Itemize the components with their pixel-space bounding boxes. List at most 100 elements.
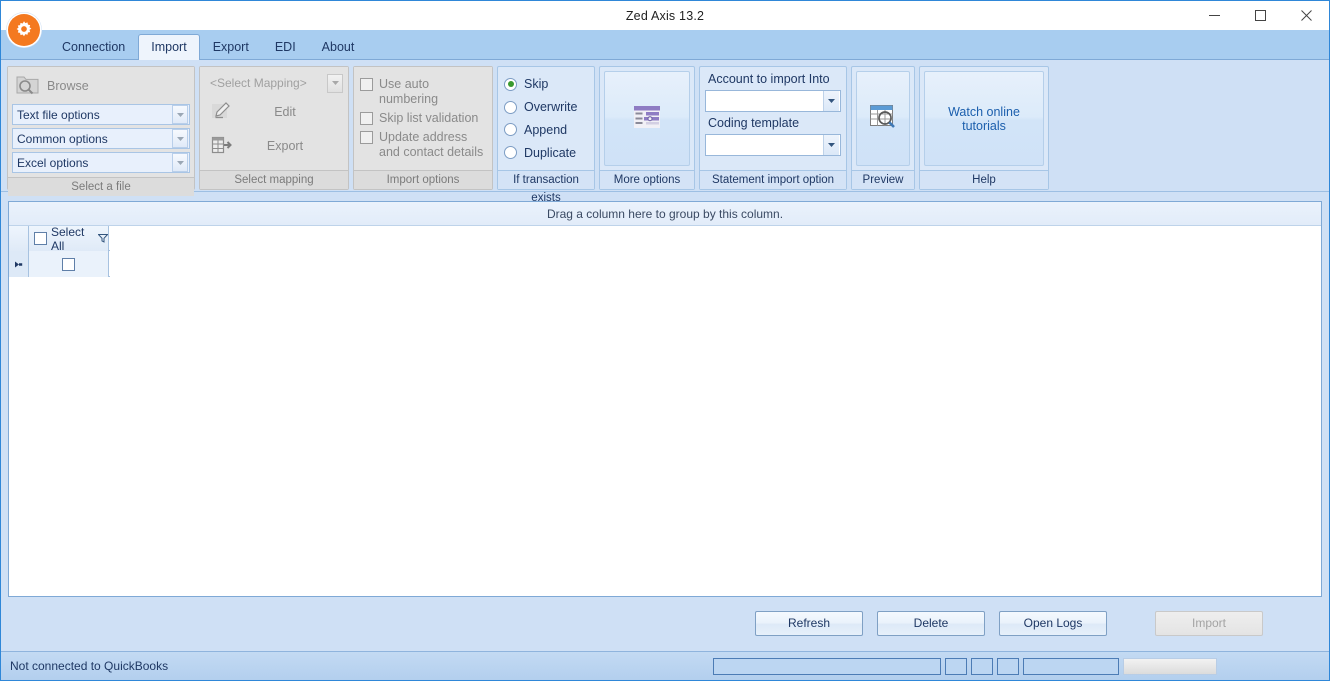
ribbon-group-label-if-transaction-exists: If transaction exists (498, 170, 594, 204)
coding-template-dropdown[interactable] (705, 134, 841, 156)
refresh-button[interactable]: Refresh (755, 610, 863, 636)
status-cell (1023, 657, 1119, 675)
app-window: Zed Axis 13.2 Connection Import Export E… (0, 0, 1330, 681)
ribbon-group-help: Watch online tutorials Help (919, 66, 1049, 190)
ribbon-group-if-transaction-exists: Skip Overwrite Append Duplicate If trans… (497, 66, 595, 204)
radio-unselected-icon (504, 123, 517, 137)
chevron-down-icon (172, 153, 188, 172)
chevron-down-icon (823, 91, 839, 111)
select-mapping-value: <Select Mapping> (210, 76, 307, 90)
checkbox-skip-list-validation[interactable]: Skip list validation (360, 111, 486, 126)
export-mapping-button[interactable]: Export (204, 129, 344, 163)
tab-import[interactable]: Import (138, 34, 200, 60)
chevron-down-icon (823, 135, 839, 155)
tab-export[interactable]: Export (200, 34, 262, 60)
grid-column-header-select-all[interactable]: Select All (29, 224, 109, 253)
text-file-options-label: Text file options (17, 107, 100, 122)
excel-options-dropdown[interactable]: Excel options (12, 152, 190, 173)
close-icon[interactable] (1283, 1, 1329, 30)
tab-edi[interactable]: EDI (262, 34, 309, 60)
sliders-settings-icon (630, 102, 664, 135)
edit-mapping-button[interactable]: Edit (204, 95, 344, 129)
radio-label-duplicate: Duplicate (524, 145, 577, 160)
tab-connection[interactable]: Connection (49, 34, 138, 60)
folder-search-icon (16, 74, 40, 99)
chevron-down-icon (327, 73, 343, 93)
row-select-cell[interactable] (29, 251, 109, 277)
preview-button[interactable] (856, 71, 910, 166)
ribbon-group-label-select-a-file: Select a file (8, 177, 194, 196)
checkbox-update-address-and-contact-details[interactable]: Update address and contact details (360, 130, 486, 160)
ribbon-group-label-help: Help (920, 170, 1048, 189)
select-all-checkbox[interactable] (34, 232, 47, 245)
status-cell (713, 657, 941, 675)
pencil-edit-icon (210, 100, 234, 125)
watch-online-tutorials-button[interactable]: Watch online tutorials (924, 71, 1044, 166)
chevron-down-icon (172, 105, 188, 124)
account-to-import-into-value (839, 101, 840, 102)
select-all-label: Select All (51, 224, 85, 253)
radio-label-append: Append (524, 122, 568, 137)
group-by-hint: Drag a column here to group by this colu… (546, 206, 784, 221)
title-bar: Zed Axis 13.2 (1, 1, 1329, 30)
checkbox-icon (360, 78, 373, 91)
excel-options-label: Excel options (17, 155, 89, 170)
radio-duplicate[interactable]: Duplicate (504, 146, 588, 160)
checkbox-label-update-address-and-contact-details: Update address and contact details (379, 130, 484, 159)
grid-magnifier-icon (867, 102, 899, 135)
ribbon-group-select-a-file: Browse Text file options Common options … (7, 66, 195, 196)
select-mapping-dropdown[interactable]: <Select Mapping> (204, 71, 344, 95)
common-options-label: Common options (17, 131, 108, 146)
checkbox-label-use-auto-numbering: Use auto numbering (379, 77, 439, 106)
connection-status-text: Not connected to QuickBooks (10, 659, 169, 673)
status-bar-cells (713, 657, 1329, 675)
checkbox-use-auto-numbering[interactable]: Use auto numbering (360, 77, 486, 107)
radio-append[interactable]: Append (504, 123, 588, 137)
table-row[interactable] (9, 251, 110, 277)
ribbon-group-more-options: More options (599, 66, 695, 190)
more-options-button[interactable] (604, 71, 690, 166)
filter-funnel-icon[interactable] (97, 232, 109, 246)
ribbon-group-label-select-mapping: Select mapping (200, 170, 348, 189)
group-by-drop-area[interactable]: Drag a column here to group by this colu… (9, 202, 1321, 226)
status-progress-cell (1123, 657, 1217, 675)
maximize-icon[interactable] (1237, 1, 1283, 30)
action-button-bar: Refresh Delete Open Logs Import (1, 605, 1330, 641)
row-checkbox[interactable] (62, 257, 75, 271)
text-file-options-dropdown[interactable]: Text file options (12, 104, 190, 125)
open-logs-button[interactable]: Open Logs (999, 610, 1107, 636)
window-controls (1191, 1, 1329, 30)
ribbon-group-label-statement-import-option: Statement import option (700, 170, 846, 189)
status-bar: Not connected to QuickBooks (1, 651, 1329, 680)
common-options-dropdown[interactable]: Common options (12, 128, 190, 149)
status-cell (945, 657, 967, 675)
ribbon-group-import-options: Use auto numbering Skip list validation … (353, 66, 493, 190)
delete-button[interactable]: Delete (877, 610, 985, 636)
window-title: Zed Axis 13.2 (625, 8, 705, 23)
data-grid-panel: Drag a column here to group by this colu… (8, 201, 1322, 597)
tab-about[interactable]: About (309, 34, 368, 60)
radio-label-skip: Skip (524, 77, 549, 92)
grid-indicator-header (9, 226, 29, 251)
radio-overwrite[interactable]: Overwrite (504, 100, 588, 114)
checkbox-icon (360, 112, 373, 125)
minimize-icon[interactable] (1191, 1, 1237, 30)
checkbox-label-skip-list-validation: Skip list validation (379, 111, 479, 125)
status-cell (997, 657, 1019, 675)
ribbon-group-preview: Preview (851, 66, 915, 190)
radio-skip[interactable]: Skip (504, 77, 588, 91)
edit-mapping-label: Edit (274, 105, 296, 119)
radio-label-overwrite: Overwrite (524, 100, 578, 115)
import-button: Import (1155, 610, 1263, 636)
app-logo-gear-icon (6, 12, 42, 48)
ribbon-group-statement-import-option: Account to import Into Coding template S… (699, 66, 847, 190)
browse-button[interactable]: Browse (12, 71, 190, 101)
browse-label: Browse (47, 79, 89, 93)
coding-template-value (839, 145, 840, 146)
current-row-indicator-icon (9, 251, 29, 277)
account-to-import-into-label: Account to import Into (708, 72, 830, 86)
ribbon-toolbar: Browse Text file options Common options … (1, 60, 1329, 204)
checkbox-icon (360, 131, 373, 144)
status-cell (971, 657, 993, 675)
account-to-import-into-dropdown[interactable] (705, 90, 841, 112)
